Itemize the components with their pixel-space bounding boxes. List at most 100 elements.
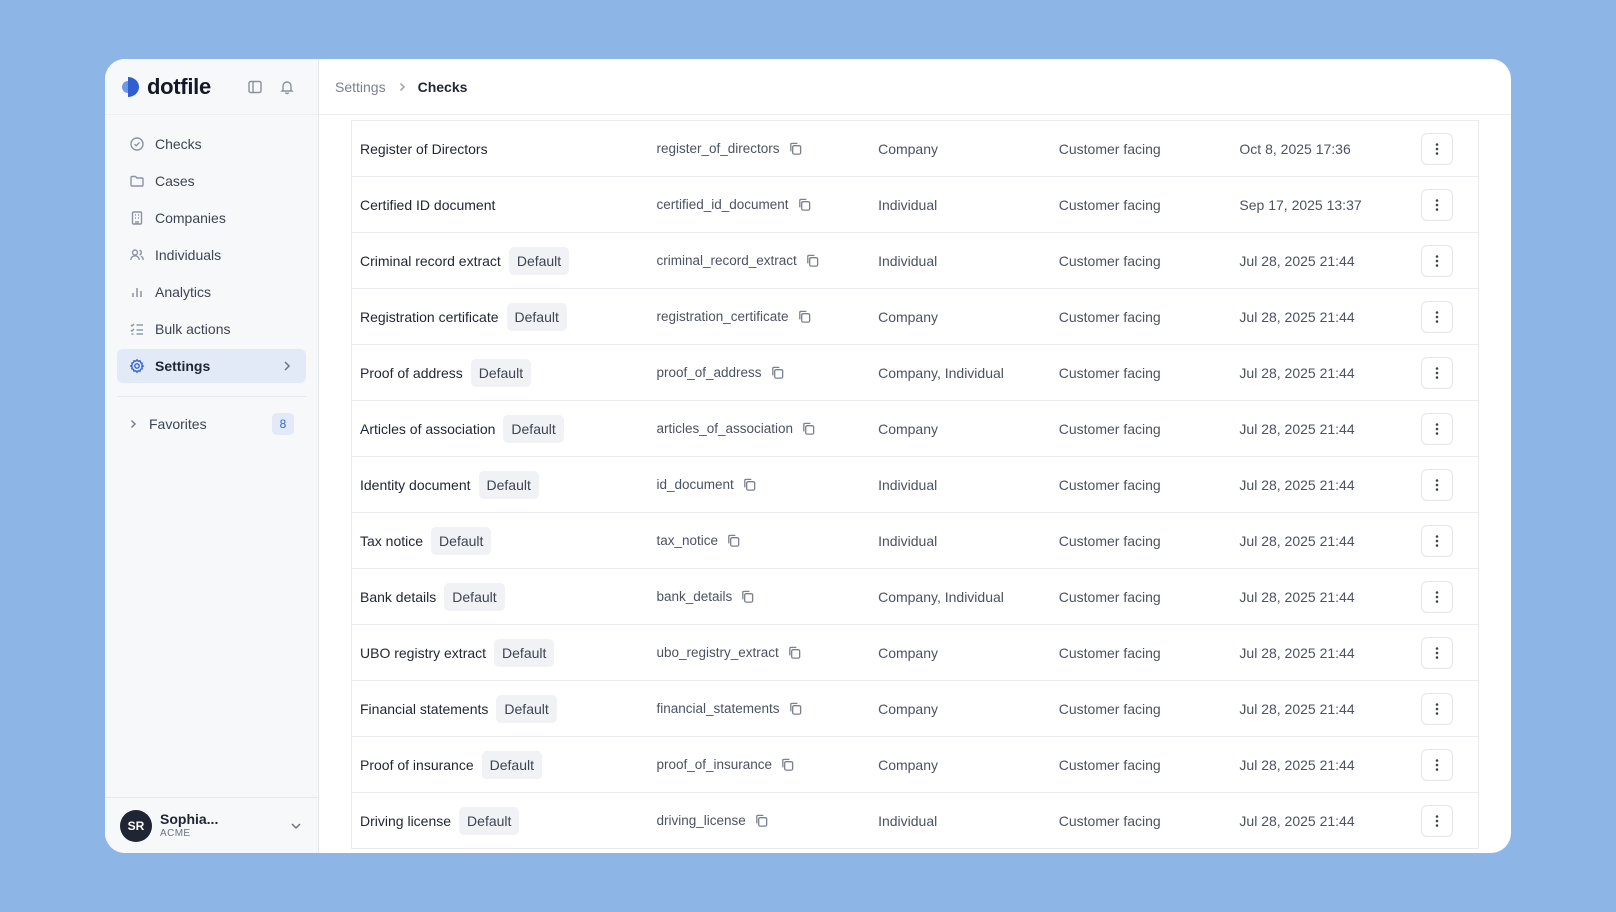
- updated-date: Jul 28, 2025 21:44: [1239, 420, 1355, 437]
- check-key: registration_certificate: [656, 309, 789, 324]
- default-badge: Default: [444, 582, 505, 611]
- sidebar-item-settings[interactable]: Settings: [117, 349, 306, 383]
- favorites-toggle[interactable]: Favorites 8: [117, 407, 306, 441]
- check-key: register_of_directors: [656, 141, 780, 156]
- more-vertical-icon: [1435, 590, 1439, 603]
- sidebar-item-individuals[interactable]: Individuals: [117, 238, 306, 272]
- table-row[interactable]: Financial statements Default financial_s…: [352, 681, 1478, 737]
- sidebar: dotfile Checks Cases Companies Individua…: [105, 59, 319, 853]
- table-row[interactable]: Registration certificate Default registr…: [352, 289, 1478, 345]
- breadcrumb-settings[interactable]: Settings: [335, 79, 386, 95]
- row-actions-button[interactable]: [1421, 636, 1454, 669]
- entity-type: Individual: [878, 476, 938, 493]
- facing-type: Customer facing: [1058, 252, 1161, 269]
- updated-date: Jul 28, 2025 21:44: [1239, 644, 1355, 661]
- default-badge: Default: [431, 526, 492, 555]
- main-panel: Settings Checks Register of Directors re…: [319, 59, 1511, 853]
- copy-icon[interactable]: [805, 253, 820, 268]
- app-window: dotfile Checks Cases Companies Individua…: [105, 59, 1511, 853]
- logo[interactable]: dotfile: [119, 74, 211, 100]
- copy-icon[interactable]: [801, 421, 816, 436]
- sidebar-item-companies[interactable]: Companies: [117, 201, 306, 235]
- row-actions-button[interactable]: [1421, 468, 1454, 501]
- entity-type: Company: [878, 308, 938, 325]
- check-name: Financial statements: [360, 700, 489, 717]
- default-badge: Default: [494, 638, 555, 667]
- entity-type: Individual: [878, 532, 938, 549]
- copy-icon[interactable]: [788, 701, 803, 716]
- logo-text: dotfile: [147, 73, 211, 99]
- table-row[interactable]: Proof of address Default proof_of_addres…: [352, 345, 1478, 401]
- updated-date: Oct 8, 2025 17:36: [1239, 140, 1351, 157]
- table-row[interactable]: Driving license Default driving_license …: [352, 793, 1478, 849]
- sidebar-item-label: Individuals: [155, 247, 222, 263]
- table-row[interactable]: UBO registry extract Default ubo_registr…: [352, 625, 1478, 681]
- facing-type: Customer facing: [1058, 308, 1161, 325]
- gear-icon: [129, 358, 145, 374]
- table-row[interactable]: Bank details Default bank_details Compan…: [352, 569, 1478, 625]
- row-actions-button[interactable]: [1421, 748, 1454, 781]
- row-actions-button[interactable]: [1421, 300, 1454, 333]
- check-key: certified_id_document: [656, 197, 789, 212]
- check-name: Criminal record extract: [360, 252, 501, 269]
- updated-date: Jul 28, 2025 21:44: [1239, 364, 1355, 381]
- sidebar-item-label: Analytics: [155, 284, 212, 300]
- sidebar-item-cases[interactable]: Cases: [117, 164, 306, 198]
- check-key: proof_of_insurance: [656, 757, 773, 772]
- check-name: Register of Directors: [360, 140, 488, 157]
- table-row[interactable]: Articles of association Default articles…: [352, 401, 1478, 457]
- chevron-right-icon: [396, 81, 408, 93]
- check-key: articles_of_association: [656, 421, 794, 436]
- copy-icon[interactable]: [740, 589, 755, 604]
- updated-date: Jul 28, 2025 21:44: [1239, 812, 1355, 829]
- table-row[interactable]: Identity document Default id_document In…: [352, 457, 1478, 513]
- chevron-down-icon: [288, 818, 304, 834]
- facing-type: Customer facing: [1058, 700, 1161, 717]
- updated-date: Jul 28, 2025 21:44: [1239, 308, 1355, 325]
- copy-icon[interactable]: [754, 813, 769, 828]
- more-vertical-icon: [1435, 758, 1439, 771]
- row-actions-button[interactable]: [1421, 804, 1454, 837]
- copy-icon[interactable]: [787, 645, 802, 660]
- updated-date: Jul 28, 2025 21:44: [1239, 252, 1355, 269]
- row-actions-button[interactable]: [1421, 244, 1454, 277]
- copy-icon[interactable]: [726, 533, 741, 548]
- entity-type: Company, Individual: [878, 364, 1004, 381]
- sidebar-item-label: Settings: [155, 358, 211, 374]
- checks-content: Register of Directors register_of_direct…: [319, 115, 1511, 853]
- bell-icon[interactable]: [278, 78, 296, 96]
- copy-icon[interactable]: [797, 197, 812, 212]
- avatar: SR: [120, 809, 152, 842]
- check-name: Certified ID document: [360, 196, 496, 213]
- table-row[interactable]: Tax notice Default tax_notice Individual…: [352, 513, 1478, 569]
- table-row[interactable]: Certified ID document certified_id_docum…: [352, 177, 1478, 233]
- row-actions-button[interactable]: [1421, 132, 1454, 165]
- table-row[interactable]: Criminal record extract Default criminal…: [352, 233, 1478, 289]
- copy-icon[interactable]: [770, 365, 785, 380]
- copy-icon[interactable]: [797, 309, 812, 324]
- copy-icon[interactable]: [742, 477, 757, 492]
- copy-icon[interactable]: [788, 141, 803, 156]
- table-row[interactable]: Proof of insurance Default proof_of_insu…: [352, 737, 1478, 793]
- row-actions-button[interactable]: [1421, 188, 1454, 221]
- copy-icon[interactable]: [780, 757, 795, 772]
- row-actions-button[interactable]: [1421, 524, 1454, 557]
- sidebar-item-bulk-actions[interactable]: Bulk actions: [117, 312, 306, 346]
- sidebar-toggle-icon[interactable]: [246, 78, 264, 96]
- row-actions-button[interactable]: [1421, 580, 1454, 613]
- updated-date: Jul 28, 2025 21:44: [1239, 532, 1355, 549]
- more-vertical-icon: [1435, 254, 1439, 267]
- check-name: Tax notice: [360, 532, 424, 549]
- sidebar-item-checks[interactable]: Checks: [117, 127, 306, 161]
- sidebar-item-analytics[interactable]: Analytics: [117, 275, 306, 309]
- row-actions-button[interactable]: [1421, 412, 1454, 445]
- facing-type: Customer facing: [1058, 196, 1161, 213]
- more-vertical-icon: [1435, 142, 1439, 155]
- check-key: criminal_record_extract: [656, 253, 797, 268]
- table-row[interactable]: Register of Directors register_of_direct…: [352, 121, 1478, 177]
- row-actions-button[interactable]: [1421, 692, 1454, 725]
- default-badge: Default: [478, 470, 539, 499]
- user-menu[interactable]: SR Sophia... ACME: [105, 797, 318, 853]
- facing-type: Customer facing: [1058, 140, 1161, 157]
- row-actions-button[interactable]: [1421, 356, 1454, 389]
